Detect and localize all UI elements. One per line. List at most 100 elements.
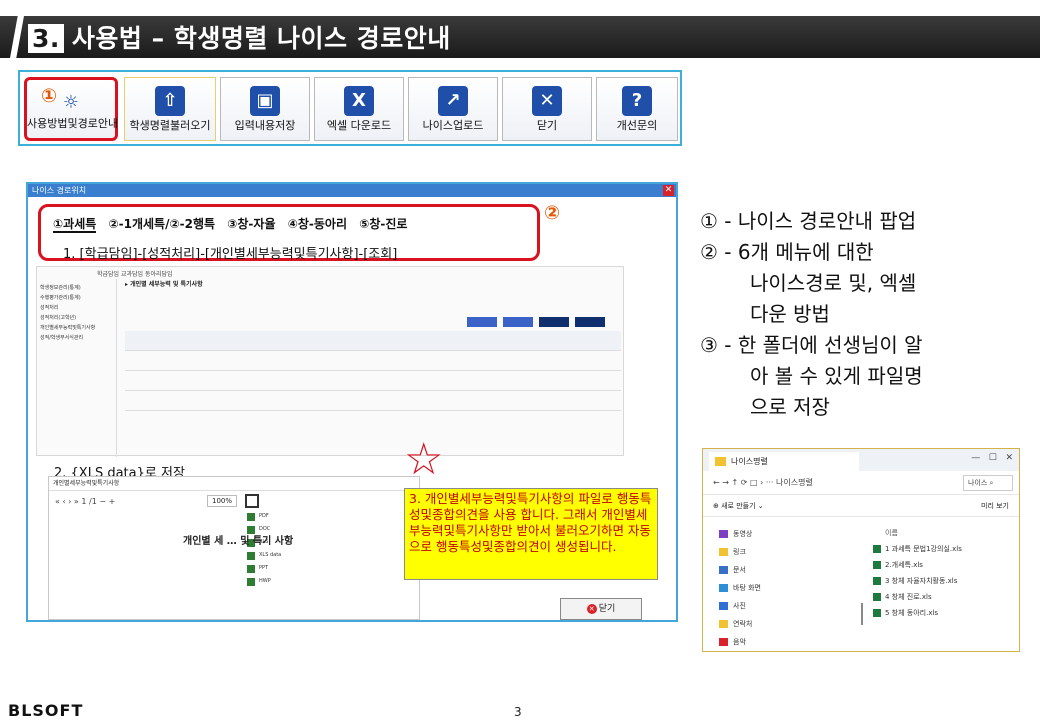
neis-upload-button[interactable]: ↗ 나이스업로드 <box>408 77 498 141</box>
excel-file-icon <box>873 577 881 585</box>
menu-item-hwp[interactable]: HWP <box>245 575 377 588</box>
blsoft-logo: BLSOFT <box>8 701 84 720</box>
search-input[interactable]: 나이스 ⌕ <box>963 475 1013 491</box>
table-row <box>125 371 621 391</box>
folder-icon <box>719 638 728 646</box>
popup-tabs: ①과세특 ②-1개세특/②-2행특 ③창-자율 ④창-동아리 ⑤창-진로 <box>53 215 415 233</box>
neis-action-button <box>575 317 605 327</box>
tab-autonomy[interactable]: ③창-자율 <box>227 217 275 231</box>
new-button[interactable]: ⊕ 새로 만들기 ⌄ <box>713 502 764 510</box>
xls-title-bar: 개인별세부능력및특기사항 <box>49 477 419 491</box>
export-format-menu: PDF DOC XLS XLS data PPT HWP <box>245 510 377 610</box>
nav-item[interactable]: 링크 <box>713 543 853 561</box>
star-icon: ☆ <box>404 434 444 485</box>
explain-line: 나이스경로 및, 엑셀 <box>750 271 917 295</box>
explain-line: ② - 6개 메뉴에 대한 <box>700 240 874 264</box>
sidebar-item: 개인별세부능력및특기사항 <box>40 325 96 331</box>
column-header[interactable]: 이름 <box>873 525 1013 541</box>
menu-item-pdf[interactable]: PDF <box>245 510 377 523</box>
nav-item[interactable]: 바탕 화면 <box>713 579 853 597</box>
save-input-button[interactable]: ▣ 입력내용저장 <box>220 77 310 141</box>
explain-line: 으로 저장 <box>750 395 830 419</box>
save-icon[interactable] <box>245 494 259 508</box>
feedback-button[interactable]: ? 개선문의 <box>596 77 678 141</box>
badge-2: ② <box>544 202 561 224</box>
sidebar-item: 성적처리 <box>40 305 59 311</box>
neis-path-text: 1. [학급담임]-[성적처리]-[개인별세부능력및특기사항]-[조회] <box>63 247 398 262</box>
tab-club[interactable]: ④창-동아리 <box>288 217 347 231</box>
sidebar-item: 성적/학생부서식관리 <box>40 335 84 341</box>
nav-pane: 동영상 링크 문서 바탕 화면 사진 연락처 음악 <box>713 525 853 651</box>
explorer-tab[interactable]: 나이스명렬 <box>709 452 859 471</box>
file-item[interactable]: 4 창체 진로.xls <box>873 589 1013 605</box>
neis-action-button <box>503 317 533 327</box>
sidebar-item: 학생정보관리(통계) <box>40 285 81 291</box>
page-number: 3 <box>514 705 522 719</box>
nav-item[interactable]: 연락처 <box>713 615 853 633</box>
badge-1: ① <box>41 85 58 107</box>
excel-file-icon <box>873 545 881 553</box>
upload-icon: ⇧ <box>155 86 185 116</box>
command-bar: ⊕ 새로 만들기 ⌄ 미리 보기 <box>703 495 1019 517</box>
window-controls[interactable]: — ☐ ✕ <box>971 453 1013 463</box>
file-item[interactable]: 5 창체 동아리.xls <box>873 605 1013 621</box>
excel-file-icon <box>873 609 881 617</box>
xls-preview: 개인별세부능력및특기사항 « ‹ › » 1 /1 − + 100% PDF D… <box>48 476 420 620</box>
pane-splitter[interactable] <box>861 603 863 625</box>
neis-heading: ▸ 개인별 세부능력 및 특기사항 <box>125 281 203 288</box>
explorer-tabs: 나이스명렬 — ☐ ✕ <box>703 449 1019 471</box>
table-row <box>125 331 621 351</box>
tab-career[interactable]: ⑤창-진로 <box>359 217 407 231</box>
neis-screenshot: 학급담임 교과담임 동아리담임 학생정보관리(통계) 수행평가관리(통계) 성적… <box>36 266 624 457</box>
popup-close-icon[interactable]: ✕ <box>663 185 674 196</box>
xls-zoom[interactable]: 100% <box>207 495 238 507</box>
file-item[interactable]: 1 과세특 문법1강의실.xls <box>873 541 1013 557</box>
nav-item[interactable]: 문서 <box>713 561 853 579</box>
nav-item[interactable]: 사진 <box>713 597 853 615</box>
folder-icon <box>719 602 728 610</box>
howto-guide-button[interactable]: ① ☼ 사용방법및경로안내 <box>24 77 118 141</box>
save-icon: ▣ <box>250 86 280 116</box>
explain-line: 아 볼 수 있게 파일명 <box>750 364 923 388</box>
neis-action-button <box>467 317 497 327</box>
excel-file-icon <box>873 561 881 569</box>
tabs-highlight-box: ①과세특 ②-1개세특/②-2행특 ③창-자율 ④창-동아리 ⑤창-진로 1. … <box>38 204 540 262</box>
page-title: 3. 사용법 – 학생명렬 나이스 경로안내 <box>28 19 451 55</box>
table-row <box>125 351 621 371</box>
address-bar[interactable]: ← → ↑ ⟳ □ › ··· 나이스명렬 나이스 ⌕ <box>703 471 1019 495</box>
file-list: 이름 1 과세특 문법1강의실.xls 2.개세특.xls 3 창체 자율자치활… <box>873 525 1013 621</box>
neis-top-tabs: 학급담임 교과담임 동아리담임 <box>97 271 173 278</box>
tab-individual[interactable]: ②-1개세특/②-2행특 <box>108 217 215 231</box>
explain-line: ③ - 한 폴더에 선생님이 알 <box>700 333 923 357</box>
note-3: 3. 개인별세부능력및특기사항의 파일로 행동특성및종합의견을 사용 합니다. … <box>404 488 658 580</box>
menu-item-xls-data[interactable]: XLS data <box>245 549 377 562</box>
explain-line: 다운 방법 <box>750 302 830 326</box>
file-item[interactable]: 3 창체 자율자치활동.xls <box>873 573 1013 589</box>
nav-item[interactable]: 음악 <box>713 633 853 651</box>
folder-icon <box>719 620 728 628</box>
export-icon: ↗ <box>438 86 468 116</box>
neis-action-button <box>539 317 569 327</box>
folder-icon <box>715 457 726 466</box>
tab-subject[interactable]: ①과세특 <box>53 217 97 233</box>
file-item[interactable]: 2.개세특.xls <box>873 557 1013 573</box>
excel-icon: X <box>344 86 374 116</box>
neis-path-popup: 나이스 경로위치 ✕ ①과세특 ②-1개세특/②-2행특 ③창-자율 ④창-동아… <box>26 182 678 622</box>
folder-icon <box>719 530 728 538</box>
nav-item[interactable]: 동영상 <box>713 525 853 543</box>
load-roster-button[interactable]: ⇧ 학생명렬불러오기 <box>124 77 216 141</box>
neis-sidebar: 학생정보관리(통계) 수행평가관리(통계) 성적처리 성적처리(고학년) 개인별… <box>37 279 117 457</box>
folder-icon <box>719 566 728 574</box>
menu-item-ppt[interactable]: PPT <box>245 562 377 575</box>
popup-close-button[interactable]: ✕ 닫기 <box>560 598 642 620</box>
close-icon: ✕ <box>586 604 597 614</box>
excel-download-button[interactable]: X 엑셀 다운로드 <box>314 77 404 141</box>
close-button[interactable]: ✕ 닫기 <box>502 77 592 141</box>
explanation: ① - 나이스 경로안내 팝업 ② - 6개 메뉴에 대한 나이스경로 및, 엑… <box>700 206 1030 423</box>
preview-button[interactable]: 미리 보기 <box>981 495 1009 517</box>
file-explorer: 나이스명렬 — ☐ ✕ ← → ↑ ⟳ □ › ··· 나이스명렬 나이스 ⌕ … <box>702 448 1020 652</box>
table-row <box>125 391 621 411</box>
popup-title: 나이스 경로위치 <box>28 184 676 197</box>
question-icon: ? <box>622 86 652 116</box>
neis-table <box>125 331 621 451</box>
